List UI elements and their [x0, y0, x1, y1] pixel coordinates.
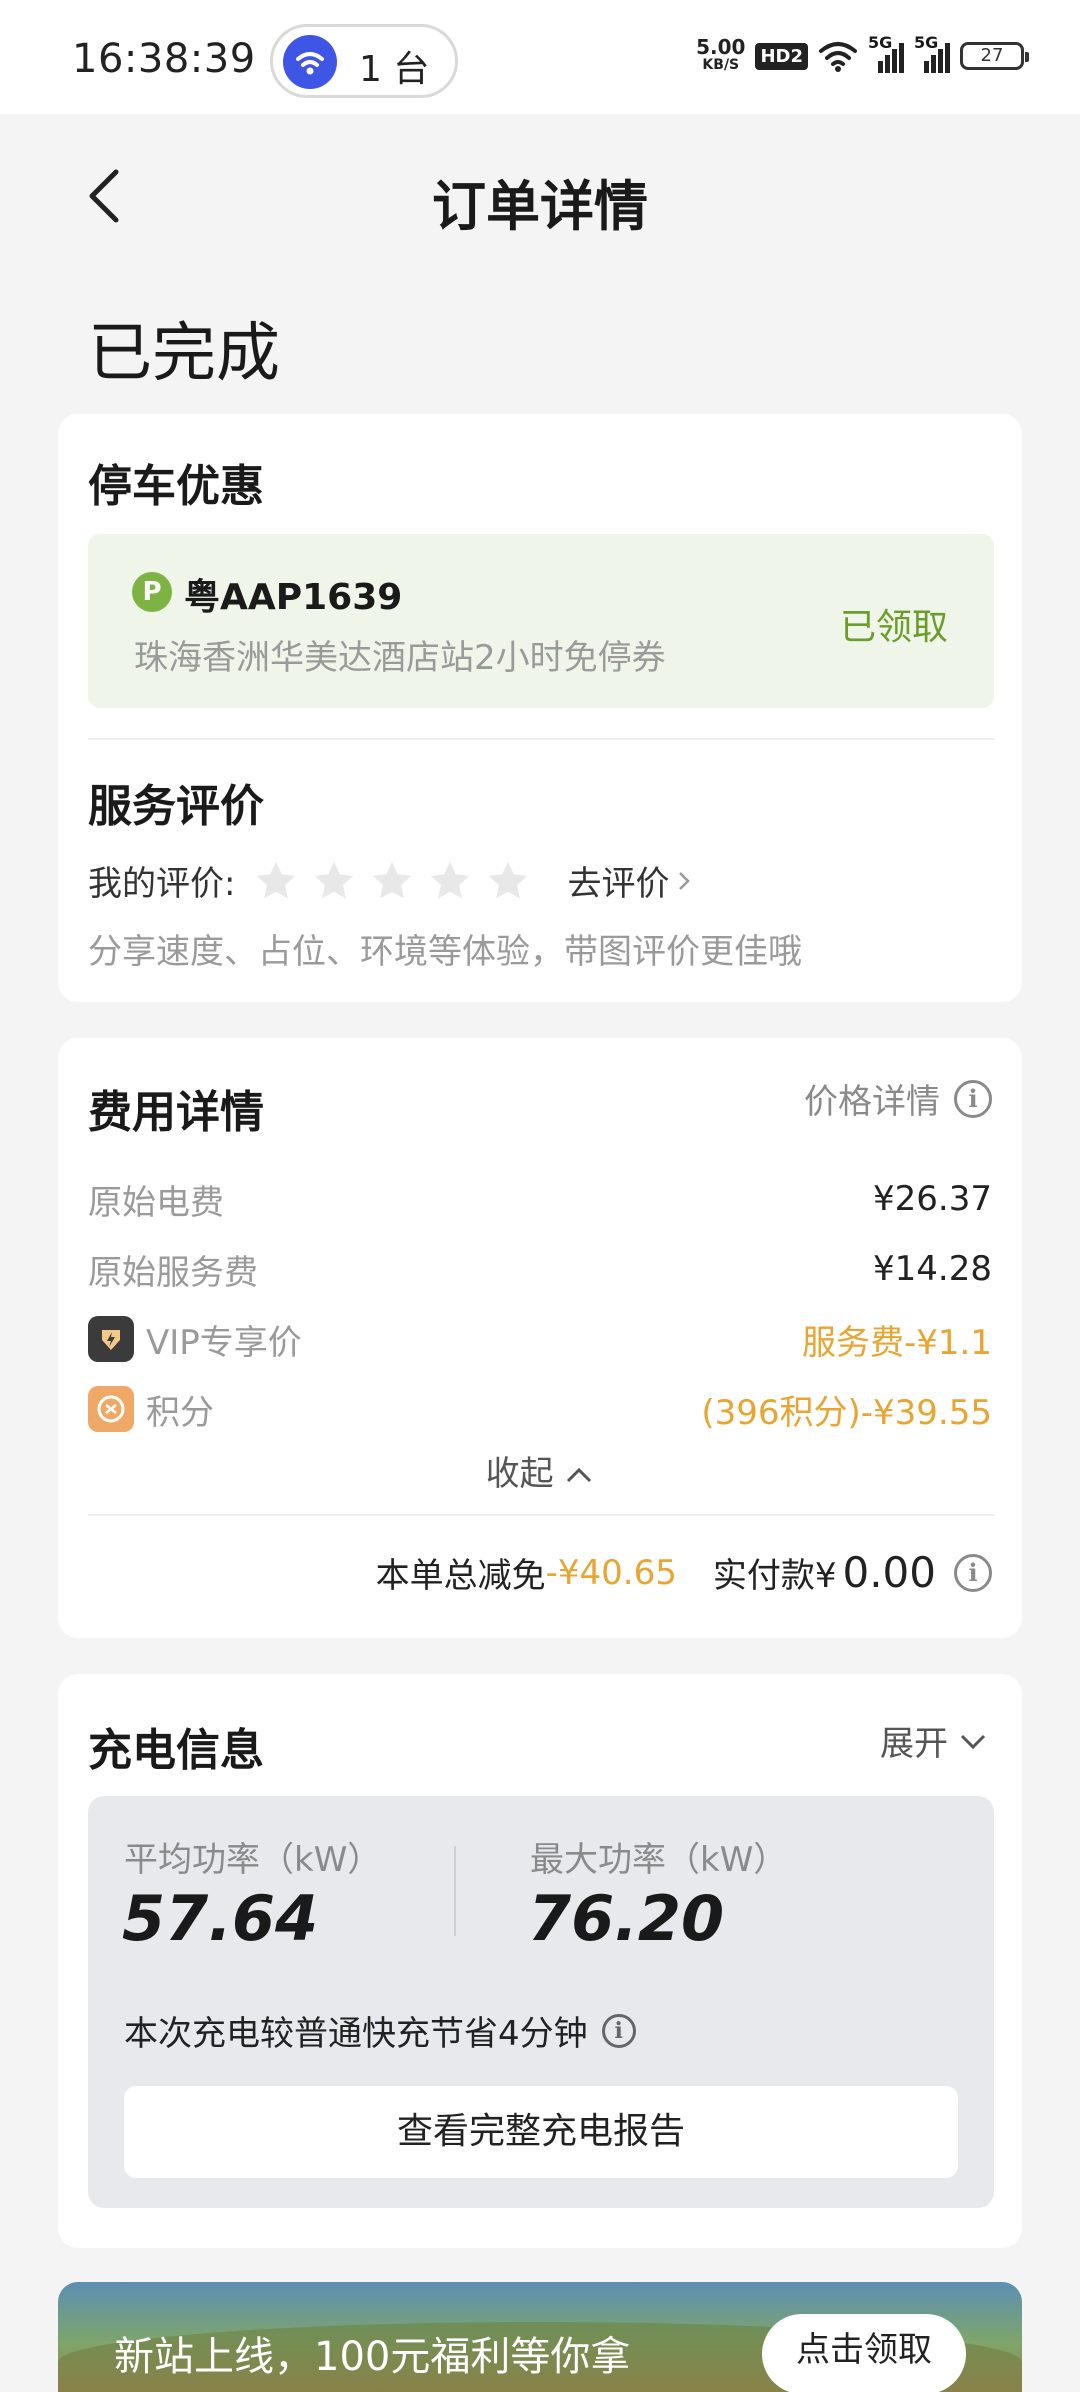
fee-row: 原始电费 ¥26.37 [88, 1174, 992, 1224]
status-bar: 16:38:39 1 台 5.00 KB/S HD2 5G 5G 27 [0, 0, 1080, 114]
coupon-status: 已领取 [839, 607, 948, 648]
collapse-toggle[interactable]: 收起 [58, 1446, 1022, 1495]
points-coin-icon [88, 1386, 134, 1432]
avg-power-value: 57.64 [122, 1882, 319, 1955]
review-section-title: 服务评价 [88, 781, 264, 832]
power-summary: 平均功率（kW） 57.64 最大功率（kW） 76.20 本次充电较普通快充节… [88, 1796, 994, 2208]
divider [88, 738, 994, 740]
expand-toggle[interactable]: 展开 [880, 1716, 988, 1765]
connected-devices-count: 1 台 [359, 49, 430, 90]
connected-devices-pill[interactable]: 1 台 [270, 24, 458, 98]
claim-button[interactable]: 点击领取 [762, 2314, 966, 2392]
star-icon-3[interactable] [369, 858, 415, 904]
signal-5g-2-icon: 5G [914, 33, 950, 73]
header: 订单详情 [0, 114, 1080, 274]
max-power-label: 最大功率（kW） [530, 1840, 788, 1880]
network-speed: 5.00 KB/S [696, 35, 746, 73]
max-power-value: 76.20 [528, 1882, 725, 1955]
fee-value: 服务费-¥1.1 [802, 1322, 992, 1363]
page-title: 订单详情 [432, 175, 648, 238]
fee-label: 积分 [146, 1392, 214, 1433]
time-saved-note: 本次充电较普通快充节省4分钟 i [124, 2006, 636, 2055]
fee-label: 原始电费 [88, 1182, 224, 1223]
star-icon-4[interactable] [427, 858, 473, 904]
chevron-up-icon [567, 1467, 592, 1483]
payment-info-icon[interactable]: i [954, 1553, 992, 1592]
banner-text: 新站上线，100元福利等你拿 [114, 2334, 631, 2380]
divider [454, 1846, 456, 1936]
chevron-down-icon [960, 1734, 986, 1749]
fee-value: ¥14.28 [873, 1249, 992, 1289]
star-icon-5[interactable] [485, 858, 531, 904]
fee-row: 原始服务费 ¥14.28 [88, 1244, 992, 1294]
order-status: 已完成 [88, 317, 280, 391]
fee-section-title: 费用详情 [88, 1087, 264, 1138]
charging-section-title: 充电信息 [88, 1725, 264, 1776]
fee-details-card: 费用详情 价格详情 i 原始电费 ¥26.37 原始服务费 ¥14.28 VIP… [58, 1038, 1022, 1638]
charging-info-card: 充电信息 展开 平均功率（kW） 57.64 最大功率（kW） 76.20 本次… [58, 1674, 1022, 2248]
total-summary: 本单总减免 -¥40.65 实付款¥ 0.00 i [376, 1548, 992, 1597]
hd-voice-icon: HD2 [755, 42, 808, 70]
my-rating-label: 我的评价: [88, 864, 236, 904]
parking-review-card: 停车优惠 P 粤AAP1639 珠海香洲华美达酒店站2小时免停券 已领取 服务评… [58, 414, 1022, 1002]
wifi-icon [819, 42, 857, 72]
parking-coupon[interactable]: P 粤AAP1639 珠海香洲华美达酒店站2小时免停券 已领取 [88, 534, 994, 708]
fee-label: VIP专享价 [146, 1322, 302, 1363]
vip-badge-icon [88, 1316, 134, 1362]
fee-row: 积分 (396积分)-¥39.55 [88, 1384, 992, 1434]
divider [88, 1514, 994, 1516]
fee-value: (396积分)-¥39.55 [701, 1392, 992, 1433]
star-icon-1[interactable] [253, 858, 299, 904]
coupon-description: 珠海香洲华美达酒店站2小时免停券 [134, 638, 666, 678]
status-time: 16:38:39 [72, 36, 256, 82]
wifi-hotspot-icon [283, 35, 337, 89]
fee-value: ¥26.37 [873, 1179, 992, 1219]
info-icon[interactable]: i [601, 2013, 636, 2048]
paid-label: 实付款¥ [712, 1556, 837, 1596]
star-icon-2[interactable] [311, 858, 357, 904]
license-plate: 粤AAP1639 [184, 577, 403, 618]
fee-row: VIP专享价 服务费-¥1.1 [88, 1314, 992, 1364]
rating-hint: 分享速度、占位、环境等体验，带图评价更佳哦 [88, 932, 802, 972]
fee-label: 原始服务费 [88, 1252, 258, 1293]
status-icons: 5.00 KB/S HD2 5G 5G 27 [696, 33, 1029, 74]
info-icon: i [954, 1079, 992, 1118]
view-report-button[interactable]: 查看完整充电报告 [124, 2086, 958, 2178]
parking-p-icon: P [132, 572, 172, 612]
parking-section-title: 停车优惠 [88, 461, 264, 512]
battery-icon: 27 [960, 42, 1029, 70]
total-discount-value: -¥40.65 [545, 1552, 677, 1593]
signal-5g-1-icon: 5G [868, 33, 904, 73]
star-rating[interactable] [253, 858, 531, 904]
total-discount-label: 本单总减免 [375, 1556, 546, 1596]
avg-power-label: 平均功率（kW） [124, 1840, 382, 1880]
rating-row: 我的评价: 去评价 [88, 856, 691, 905]
price-detail-link[interactable]: 价格详情 i [804, 1074, 992, 1123]
paid-amount: 0.00 [842, 1548, 936, 1597]
go-rate-link[interactable]: 去评价 [567, 856, 691, 905]
chevron-right-icon [679, 871, 691, 890]
